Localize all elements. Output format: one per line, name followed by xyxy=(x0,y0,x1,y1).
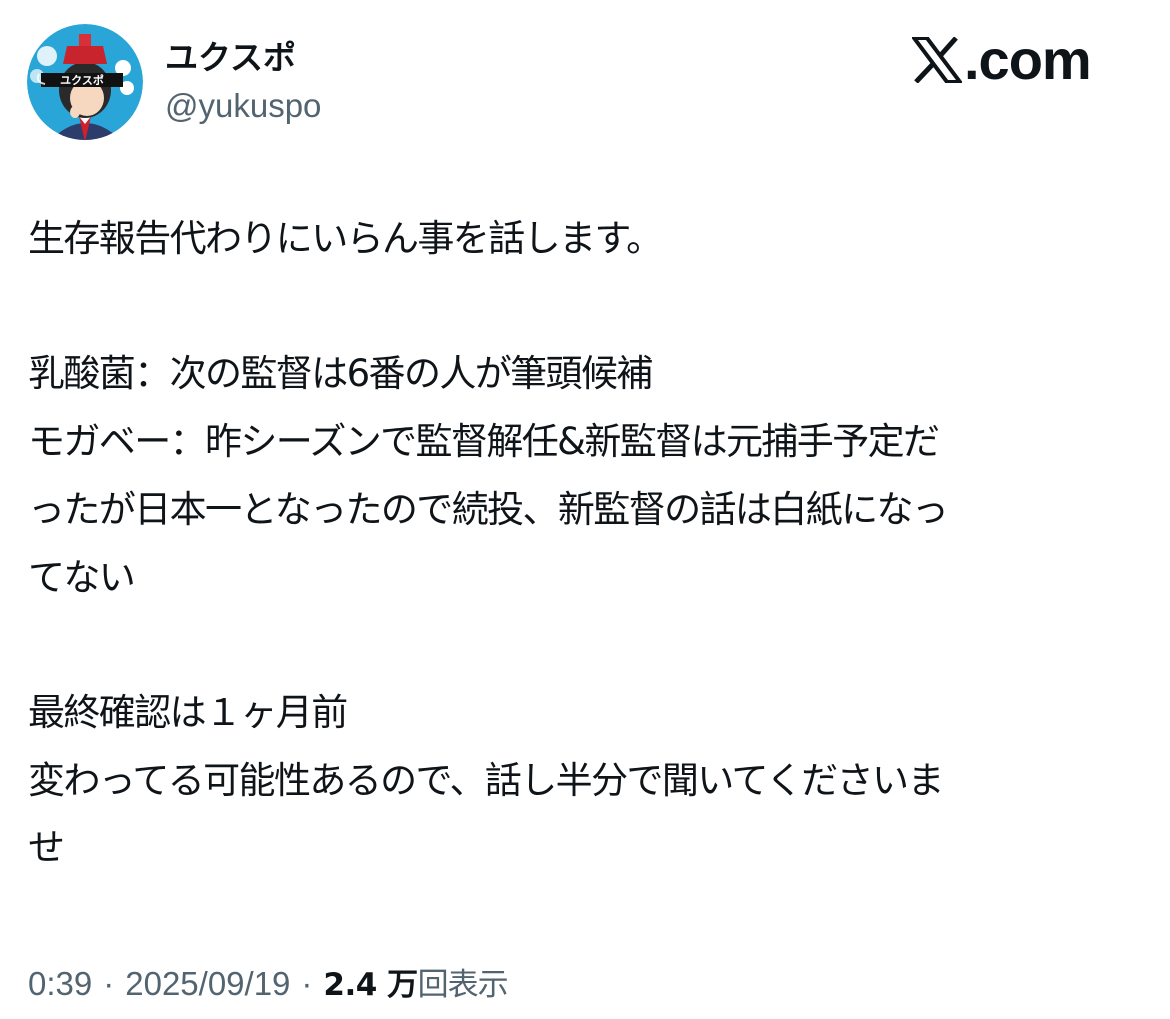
tweet-line: せ xyxy=(28,826,65,870)
tweet-line: モガベー：昨シーズンで監督解任&新監督は元捕手予定だ xyxy=(28,420,940,464)
meta-separator: · xyxy=(301,965,313,1002)
x-com-brand[interactable]: .com xyxy=(912,28,1092,91)
tweet-line: 生存報告代わりにいらん事を話します。 xyxy=(28,217,663,260)
meta-separator: · xyxy=(103,965,115,1002)
tweet-card: ユクスポ ユクスポ @yukuspo .com 生存報告代わりにいらん事を話しま… xyxy=(0,0,1170,1019)
views-label: 回表示 xyxy=(417,967,509,1003)
tweet-line: てない xyxy=(28,555,136,599)
tweet-line: 最終確認は１ヶ月前 xyxy=(28,690,348,734)
tweet-line-blank xyxy=(28,611,1138,679)
tweet-time[interactable]: 0:39 xyxy=(28,962,92,1006)
avatar-text: ユクスポ xyxy=(60,73,104,87)
x-logo-icon xyxy=(912,37,962,83)
tweet-line: 変わってる可能性あるので、話し半分で聞いてくださいま xyxy=(28,758,944,802)
tweet-line: ったが日本一となったので続投、新監督の話は白紙になっ xyxy=(28,487,949,531)
views-count: 2.4 万 xyxy=(323,967,418,1003)
tweet-line: 乳酸菌：次の監督は6番の人が筆頭候補 xyxy=(28,352,653,396)
tweet-meta: 0:39 · 2025/09/19 · 2.4 万 回表示 xyxy=(28,962,509,1007)
tweet-line-blank xyxy=(28,273,1138,341)
brand-suffix: .com xyxy=(964,28,1092,91)
author-handle[interactable]: @yukuspo xyxy=(165,86,321,126)
avatar-illustration: ユクスポ xyxy=(27,24,143,140)
author-display-name[interactable]: ユクスポ xyxy=(165,38,296,78)
tweet-date[interactable]: 2025/09/19 xyxy=(125,962,290,1006)
avatar[interactable]: ユクスポ xyxy=(27,24,143,140)
tweet-text: 生存報告代わりにいらん事を話します。 乳酸菌：次の監督は6番の人が筆頭候補 モガ… xyxy=(28,205,1138,882)
